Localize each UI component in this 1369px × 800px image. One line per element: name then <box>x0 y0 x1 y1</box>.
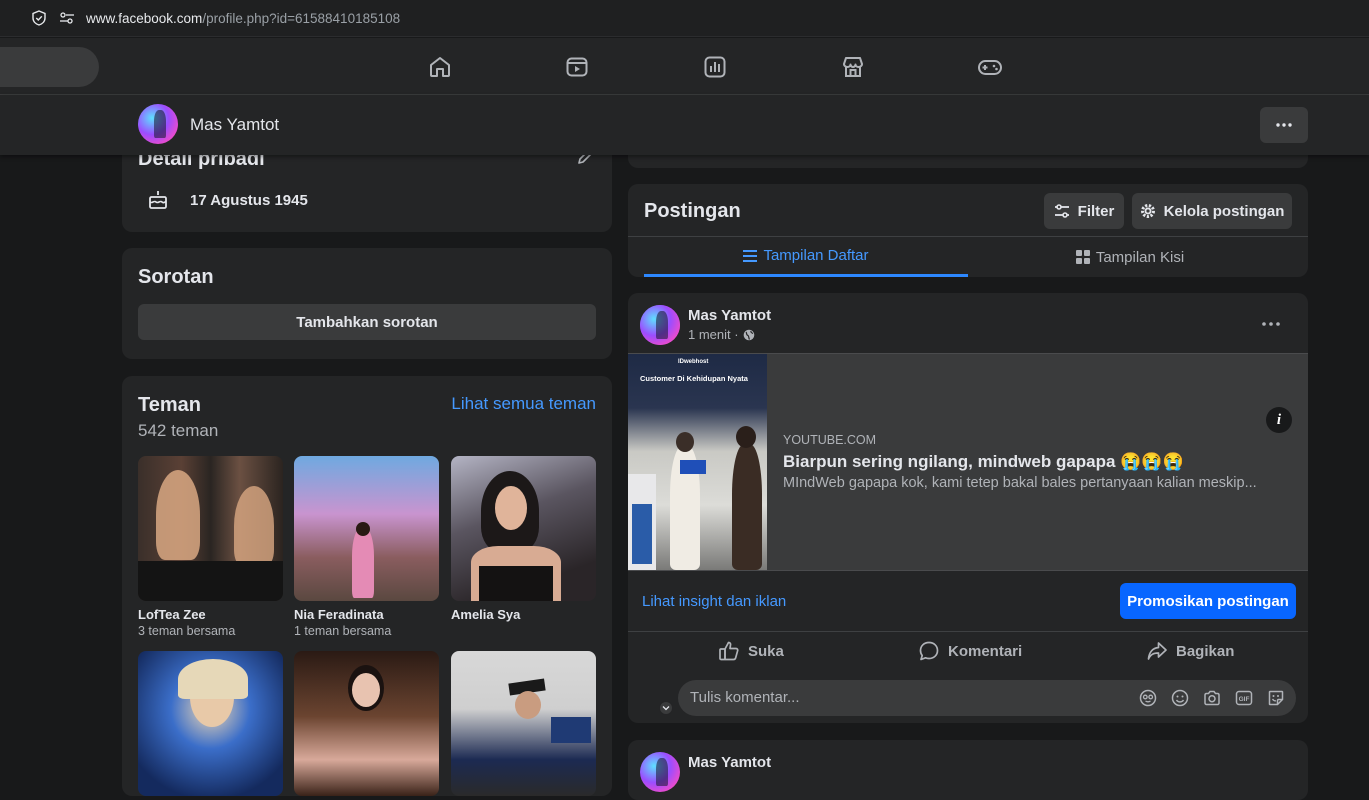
post-options-icon[interactable] <box>1262 313 1280 331</box>
friend-photo[interactable] <box>138 456 283 601</box>
tab-grid-view[interactable]: Tampilan Kisi <box>968 237 1292 277</box>
view-insights-link[interactable]: Lihat insight dan iklan <box>642 593 786 610</box>
url-text[interactable]: www.facebook.com/profile.php?id=61588410… <box>86 11 400 26</box>
post-card: Mas Yamtot <box>628 740 1308 800</box>
friend-item[interactable]: LofTea Zee 3 teman bersama <box>138 456 283 638</box>
url-host: www.facebook.com <box>86 10 203 26</box>
avatar-sticker-icon[interactable] <box>1138 688 1158 708</box>
more-dots-icon <box>1276 123 1292 127</box>
avatar[interactable] <box>138 104 178 144</box>
posts-header-card: Postingan Filter Kelola postingan Tampil… <box>628 184 1308 277</box>
link-description: MIndWeb gapapa kok, kami tetep bakal bal… <box>783 475 1257 491</box>
friend-photo[interactable] <box>138 651 283 796</box>
info-icon[interactable]: i <box>1266 407 1292 433</box>
facebook-top-nav <box>0 38 1369 95</box>
search-input[interactable] <box>0 47 99 87</box>
grid-icon <box>1075 250 1090 264</box>
dashboard-icon[interactable] <box>702 54 728 80</box>
friend-name[interactable]: Nia Feradinata <box>294 607 439 622</box>
link-preview[interactable]: IDwebhost Customer Di Kehidupan Nyata i … <box>628 353 1308 571</box>
comment-placeholder: Tulis komentar... <box>690 689 800 706</box>
url-path: /profile.php?id=61588410185108 <box>202 10 401 26</box>
home-icon[interactable] <box>427 54 453 80</box>
birthday-text: 17 Agustus 1945 <box>190 192 308 209</box>
more-options-button[interactable] <box>1260 107 1308 143</box>
link-thumbnail[interactable]: IDwebhost Customer Di Kehidupan Nyata <box>628 354 767 570</box>
add-highlight-button[interactable]: Tambahkan sorotan <box>138 304 596 340</box>
profile-name[interactable]: Mas Yamtot <box>190 115 279 135</box>
camera-icon[interactable] <box>1202 688 1222 708</box>
share-label: Bagikan <box>1176 642 1235 660</box>
list-icon <box>743 249 758 262</box>
friend-name[interactable]: Amelia Sya <box>451 607 596 622</box>
shield-icon[interactable] <box>30 9 48 27</box>
filter-label: Filter <box>1077 202 1115 220</box>
thumb-caption: Customer Di Kehidupan Nyata <box>640 374 748 383</box>
post-author[interactable]: Mas Yamtot <box>688 307 771 324</box>
friend-photo[interactable] <box>294 651 439 796</box>
friend-item[interactable]: Amelia Sya <box>451 456 596 624</box>
comment-label: Komentari <box>948 642 1023 660</box>
gear-icon <box>1140 204 1155 218</box>
post-card: Mas Yamtot 1 menit · IDwebhost Customer … <box>628 293 1308 723</box>
browser-address-bar: www.facebook.com/profile.php?id=61588410… <box>0 0 1369 37</box>
globe-icon <box>743 329 754 340</box>
comment-avatar[interactable] <box>640 305 680 345</box>
sorotan-card: Sorotan Tambahkan sorotan <box>122 248 612 359</box>
friend-mutual: 1 teman bersama <box>294 624 392 638</box>
link-domain: YOUTUBE.COM <box>783 433 877 447</box>
divider <box>628 631 1308 632</box>
marketplace-icon[interactable] <box>840 54 866 80</box>
share-icon <box>1147 642 1167 660</box>
friend-item[interactable]: Nia Feradinata 1 teman bersama <box>294 456 439 638</box>
post-timestamp[interactable]: 1 menit · <box>688 327 755 342</box>
emoji-icon[interactable] <box>1170 688 1190 708</box>
sticky-profile-header: Mas Yamtot <box>0 95 1369 155</box>
avatar[interactable] <box>640 752 680 792</box>
thumb-brand: IDwebhost <box>678 359 709 365</box>
birthday-cake-icon <box>146 188 170 217</box>
friend-item[interactable] <box>451 651 596 796</box>
friend-item[interactable] <box>138 651 283 796</box>
posts-title: Postingan <box>644 200 741 222</box>
manage-posts-label: Kelola postingan <box>1163 202 1285 220</box>
link-title[interactable]: Biarpun sering ngilang, mindweb gapapa 😭… <box>783 452 1184 472</box>
sticker-icon[interactable] <box>1266 688 1286 708</box>
filter-button[interactable]: Filter <box>1044 193 1124 229</box>
chevron-down-icon[interactable] <box>659 701 673 715</box>
post-time-text: 1 menit · <box>688 327 739 342</box>
sorotan-title: Sorotan <box>138 266 214 288</box>
friend-name[interactable]: LofTea Zee <box>138 607 283 622</box>
tab-list-label: Tampilan Daftar <box>763 247 869 264</box>
site-settings-icon[interactable] <box>58 9 76 27</box>
friend-photo[interactable] <box>294 456 439 601</box>
tab-list-view[interactable]: Tampilan Daftar <box>644 237 968 277</box>
comment-input[interactable]: Tulis komentar... GIF <box>678 680 1296 716</box>
friend-mutual: 3 teman bersama <box>138 624 236 638</box>
svg-text:GIF: GIF <box>1239 696 1250 703</box>
comment-button[interactable]: Komentari <box>918 639 1022 663</box>
tab-grid-label: Tampilan Kisi <box>1095 248 1185 266</box>
like-button[interactable]: Suka <box>718 639 784 663</box>
friends-count: 542 teman <box>138 421 219 440</box>
promote-post-button[interactable]: Promosikan postingan <box>1120 583 1296 619</box>
gaming-icon[interactable] <box>977 54 1003 80</box>
share-button[interactable]: Bagikan <box>1146 639 1234 663</box>
friend-photo[interactable] <box>451 456 596 601</box>
friends-title: Teman <box>138 394 201 416</box>
friend-photo[interactable] <box>451 651 596 796</box>
manage-posts-button[interactable]: Kelola postingan <box>1132 193 1292 229</box>
thumbs-up-icon <box>719 641 739 661</box>
video-icon[interactable] <box>564 54 590 80</box>
filter-icon <box>1054 204 1069 218</box>
like-label: Suka <box>748 642 784 660</box>
friend-item[interactable] <box>294 651 439 796</box>
see-all-friends-link[interactable]: Lihat semua teman <box>451 394 596 414</box>
gif-icon[interactable]: GIF <box>1234 688 1254 708</box>
friends-card: Teman Lihat semua teman 542 teman LofTea… <box>122 376 612 796</box>
comment-icon <box>919 641 939 661</box>
post-author[interactable]: Mas Yamtot <box>688 754 771 771</box>
